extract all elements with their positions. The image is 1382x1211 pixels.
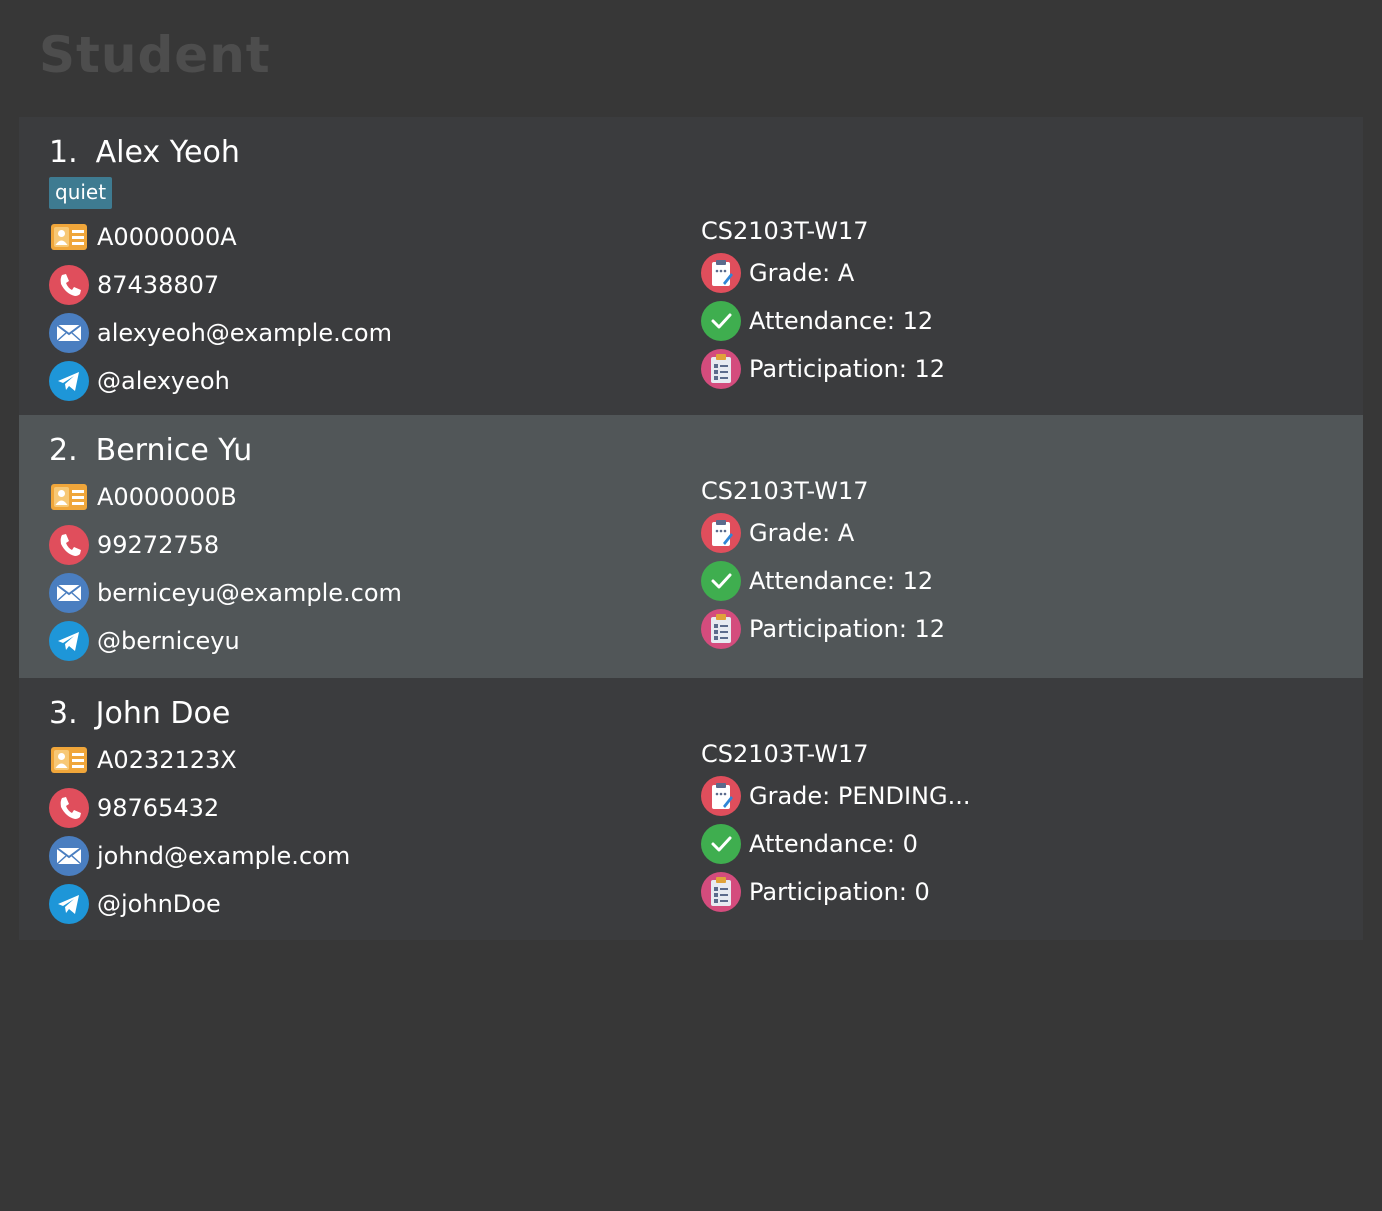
email-address: berniceyu@example.com: [97, 579, 402, 607]
grade-clipboard-icon: [701, 513, 741, 553]
grade-value: Grade: A: [749, 519, 855, 547]
participation-clipboard-icon: [701, 349, 741, 389]
contact-details: A0000000A 87438807 alexyeoh@example.com: [49, 213, 669, 405]
telegram-row: @berniceyu: [49, 617, 669, 665]
telegram-handle: @alexyeoh: [97, 367, 230, 395]
phone-number: 99272758: [97, 531, 220, 559]
attendance-value: Attendance: 12: [749, 307, 934, 335]
attendance-row: Attendance: 0: [701, 820, 1341, 868]
telegram-row: @alexyeoh: [49, 357, 669, 405]
email-address: johnd@example.com: [97, 842, 351, 870]
student-name-line: 2. Bernice Yu: [49, 429, 1363, 473]
student-index: 2.: [49, 433, 78, 468]
student-card[interactable]: 2. Bernice Yu A0000000B 99272758 bernice…: [19, 415, 1363, 678]
telegram-handle: @johnDoe: [97, 890, 221, 918]
phone-number: 87438807: [97, 271, 220, 299]
email-address: alexyeoh@example.com: [97, 319, 392, 347]
participation-row: Participation: 0: [701, 868, 1341, 916]
academic-details: CS2103T-W17 Grade: A Attendance: 12 Part…: [701, 473, 1341, 653]
tutorial-group: CS2103T-W17: [701, 477, 869, 505]
tag-badge: quiet: [49, 177, 113, 209]
student-name-line: 3. John Doe: [49, 692, 1363, 736]
academic-details: CS2103T-W17 Grade: PENDING... Attendance…: [701, 736, 1341, 916]
student-id-row: A0232123X: [49, 736, 669, 784]
phone-number: 98765432: [97, 794, 220, 822]
tutorial-group: CS2103T-W17: [701, 217, 869, 245]
phone-icon: [49, 525, 89, 565]
attendance-row: Attendance: 12: [701, 297, 1341, 345]
telegram-icon: [49, 361, 89, 401]
grade-clipboard-icon: [701, 253, 741, 293]
participation-row: Participation: 12: [701, 605, 1341, 653]
participation-row: Participation: 12: [701, 345, 1341, 393]
student-id: A0000000B: [97, 483, 237, 511]
participation-clipboard-icon: [701, 872, 741, 912]
grade-row: Grade: A: [701, 249, 1341, 297]
academic-details: CS2103T-W17 Grade: A Attendance: 12 Part…: [701, 213, 1341, 393]
attendance-value: Attendance: 0: [749, 830, 918, 858]
student-id-row: A0000000B: [49, 473, 669, 521]
participation-value: Participation: 0: [749, 878, 930, 906]
id-card-icon: [49, 740, 89, 780]
phone-row: 98765432: [49, 784, 669, 832]
attendance-check-icon: [701, 561, 741, 601]
grade-value: Grade: PENDING...: [749, 782, 971, 810]
phone-icon: [49, 788, 89, 828]
email-icon: [49, 836, 89, 876]
email-icon: [49, 573, 89, 613]
student-id: A0232123X: [97, 746, 237, 774]
tutorial-group: CS2103T-W17: [701, 740, 869, 768]
phone-row: 99272758: [49, 521, 669, 569]
student-card[interactable]: 3. John Doe A0232123X 98765432 johnd@exa…: [19, 678, 1363, 940]
phone-row: 87438807: [49, 261, 669, 309]
attendance-check-icon: [701, 824, 741, 864]
student-name: Bernice Yu: [95, 433, 253, 468]
attendance-row: Attendance: 12: [701, 557, 1341, 605]
email-icon: [49, 313, 89, 353]
student-id: A0000000A: [97, 223, 237, 251]
tag-list: quiet: [49, 175, 1363, 213]
participation-clipboard-icon: [701, 609, 741, 649]
attendance-check-icon: [701, 301, 741, 341]
student-name: John Doe: [95, 696, 231, 731]
student-name: Alex Yeoh: [95, 135, 240, 170]
student-index: 3.: [49, 696, 78, 731]
grade-row: Grade: A: [701, 509, 1341, 557]
student-id-row: A0000000A: [49, 213, 669, 261]
telegram-row: @johnDoe: [49, 880, 669, 928]
participation-value: Participation: 12: [749, 615, 946, 643]
student-card[interactable]: 1. Alex Yeoh quiet A0000000A 87438807 al…: [19, 117, 1363, 415]
student-index: 1.: [49, 135, 78, 170]
email-row: berniceyu@example.com: [49, 569, 669, 617]
id-card-icon: [49, 217, 89, 257]
phone-icon: [49, 265, 89, 305]
student-list[interactable]: 1. Alex Yeoh quiet A0000000A 87438807 al…: [19, 117, 1363, 940]
grade-row: Grade: PENDING...: [701, 772, 1341, 820]
email-row: alexyeoh@example.com: [49, 309, 669, 357]
contact-details: A0232123X 98765432 johnd@example.com @jo…: [49, 736, 669, 928]
student-name-line: 1. Alex Yeoh: [49, 131, 1363, 175]
telegram-handle: @berniceyu: [97, 627, 240, 655]
participation-value: Participation: 12: [749, 355, 946, 383]
attendance-value: Attendance: 12: [749, 567, 934, 595]
telegram-icon: [49, 621, 89, 661]
contact-details: A0000000B 99272758 berniceyu@example.com: [49, 473, 669, 665]
telegram-icon: [49, 884, 89, 924]
panel-title: Student: [39, 26, 271, 84]
id-card-icon: [49, 477, 89, 517]
grade-clipboard-icon: [701, 776, 741, 816]
email-row: johnd@example.com: [49, 832, 669, 880]
grade-value: Grade: A: [749, 259, 855, 287]
